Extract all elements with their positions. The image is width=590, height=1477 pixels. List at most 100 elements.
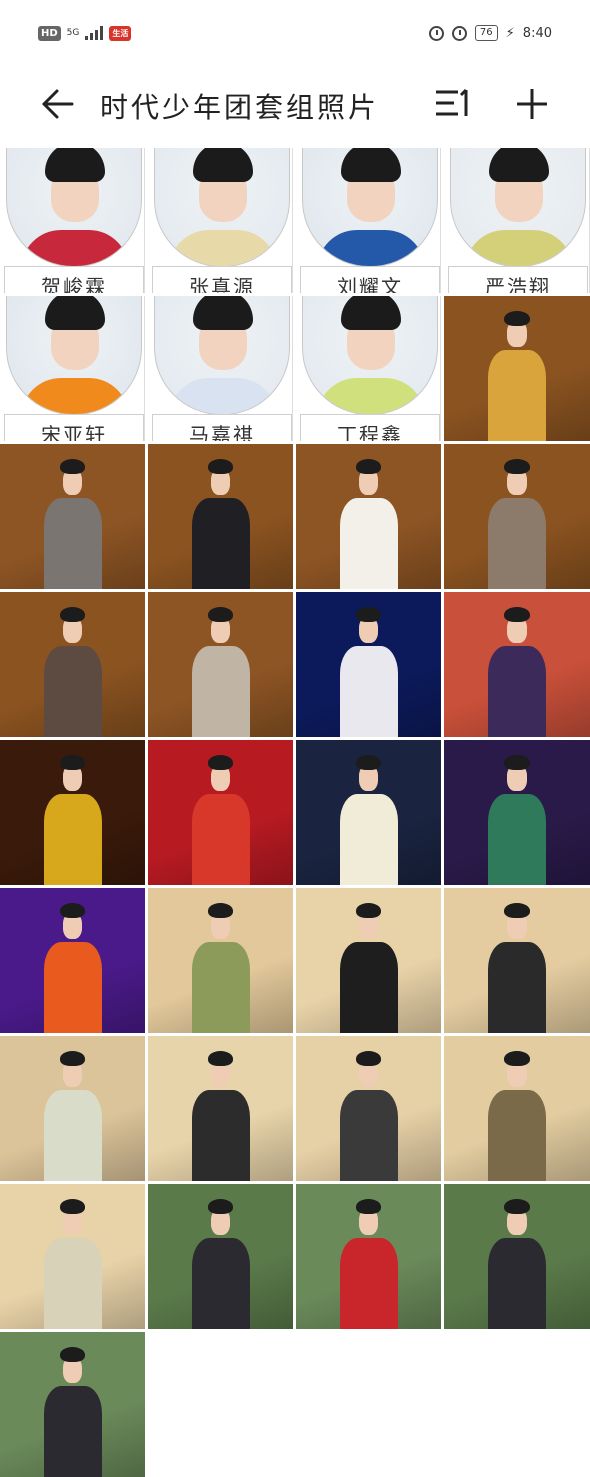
subject-body: [488, 942, 546, 1033]
name-label-box: 宋亚轩: [4, 414, 144, 441]
photo-subject: [192, 607, 250, 738]
member-portrait-tile[interactable]: 张真源: [148, 148, 293, 293]
photo-subject: [192, 1199, 250, 1330]
app-header: 时代少年团套组照片: [0, 72, 590, 136]
portrait-hair: [341, 296, 401, 330]
vpn-icon: [429, 26, 444, 41]
name-label-box: 贺峻霖: [4, 266, 144, 293]
portrait-shirt: [465, 230, 573, 267]
subject-hair: [504, 311, 530, 327]
name-label-box: 严浩翔: [448, 266, 588, 293]
photo-thumbnail[interactable]: [148, 1036, 293, 1181]
portrait-hair: [193, 296, 253, 330]
add-button[interactable]: [512, 84, 552, 124]
member-portrait-tile[interactable]: 宋亚轩: [0, 296, 145, 441]
portrait-hair: [341, 148, 401, 182]
photo-thumbnail[interactable]: [444, 740, 590, 885]
photo-thumbnail[interactable]: [444, 1184, 590, 1329]
photo-thumbnail[interactable]: [296, 888, 441, 1033]
photo-thumbnail[interactable]: [148, 888, 293, 1033]
name-label-box: 张真源: [152, 266, 292, 293]
subject-hair: [208, 459, 234, 475]
photo-thumbnail[interactable]: [296, 1184, 441, 1329]
photo-thumbnail[interactable]: [148, 1184, 293, 1329]
subject-hair: [60, 903, 86, 919]
subject-body: [44, 646, 102, 737]
sort-button[interactable]: [432, 86, 476, 122]
photo-thumbnail[interactable]: [0, 740, 145, 885]
plus-icon: [514, 86, 550, 122]
photo-thumbnail[interactable]: [0, 592, 145, 737]
charging-icon: ⚡: [506, 26, 515, 41]
photo-subject: [488, 459, 546, 590]
subject-hair: [208, 903, 234, 919]
photo-thumbnail[interactable]: [148, 740, 293, 885]
portrait-shirt: [317, 378, 425, 415]
photo-thumbnail[interactable]: [0, 444, 145, 589]
status-bar: HD 5G 生活 76 ⚡ 8:40: [0, 0, 590, 66]
subject-body: [488, 1238, 546, 1329]
subject-body: [488, 350, 546, 441]
photo-thumbnail[interactable]: [444, 592, 590, 737]
subject-hair: [208, 1051, 234, 1067]
page-title: 时代少年团套组照片: [100, 86, 379, 126]
photo-thumbnail[interactable]: [148, 444, 293, 589]
name-label-box: 马嘉祺: [152, 414, 292, 441]
photo-thumbnail[interactable]: [0, 888, 145, 1033]
member-portrait-tile[interactable]: 贺峻霖: [0, 148, 145, 293]
subject-body: [192, 498, 250, 589]
subject-hair: [356, 459, 382, 475]
subject-hair: [356, 1051, 382, 1067]
portrait-hair: [193, 148, 253, 182]
portrait-hair: [489, 148, 549, 182]
promo-badge: 生活: [109, 26, 131, 41]
photo-thumbnail[interactable]: [444, 296, 590, 441]
subject-body: [488, 1090, 546, 1181]
photo-subject: [44, 1347, 102, 1477]
photo-thumbnail[interactable]: [444, 888, 590, 1033]
photo-thumbnail[interactable]: [0, 1332, 145, 1477]
status-left: HD 5G 生活: [38, 26, 131, 41]
photo-thumbnail[interactable]: [0, 1036, 145, 1181]
subject-body: [192, 794, 250, 885]
photo-subject: [192, 1051, 250, 1182]
member-name: 张真源: [189, 267, 255, 293]
photo-subject: [44, 607, 102, 738]
member-portrait-tile[interactable]: 严浩翔: [444, 148, 590, 293]
portrait-image: [6, 148, 142, 267]
photo-thumbnail[interactable]: [296, 592, 441, 737]
member-portrait-tile[interactable]: 丁程鑫: [296, 296, 441, 441]
photo-thumbnail[interactable]: [0, 1184, 145, 1329]
photo-thumbnail[interactable]: [296, 444, 441, 589]
subject-body: [192, 1238, 250, 1329]
subject-body: [44, 1238, 102, 1329]
portrait-shirt: [169, 230, 277, 267]
subject-hair: [356, 755, 382, 771]
subject-hair: [356, 903, 382, 919]
member-name: 丁程鑫: [337, 415, 403, 441]
photo-thumbnail[interactable]: [444, 444, 590, 589]
member-name: 宋亚轩: [41, 415, 107, 441]
subject-body: [44, 498, 102, 589]
subject-hair: [60, 755, 86, 771]
subject-hair: [60, 1199, 86, 1215]
subject-body: [44, 942, 102, 1033]
photo-subject: [44, 1051, 102, 1182]
subject-body: [44, 1386, 102, 1477]
portrait-hair: [45, 148, 105, 182]
back-button[interactable]: [38, 84, 78, 124]
subject-body: [340, 794, 398, 885]
photo-thumbnail[interactable]: [296, 740, 441, 885]
subject-hair: [208, 1199, 234, 1215]
photo-subject: [488, 755, 546, 886]
status-right: 76 ⚡ 8:40: [429, 25, 552, 41]
photo-thumbnail[interactable]: [444, 1036, 590, 1181]
portrait-image: [302, 296, 438, 415]
member-portrait-tile[interactable]: 刘耀文: [296, 148, 441, 293]
member-portrait-tile[interactable]: 马嘉祺: [148, 296, 293, 441]
photo-thumbnail[interactable]: [296, 1036, 441, 1181]
photo-subject: [488, 1199, 546, 1330]
photo-thumbnail[interactable]: [148, 592, 293, 737]
photo-subject: [340, 459, 398, 590]
subject-hair: [208, 607, 234, 623]
